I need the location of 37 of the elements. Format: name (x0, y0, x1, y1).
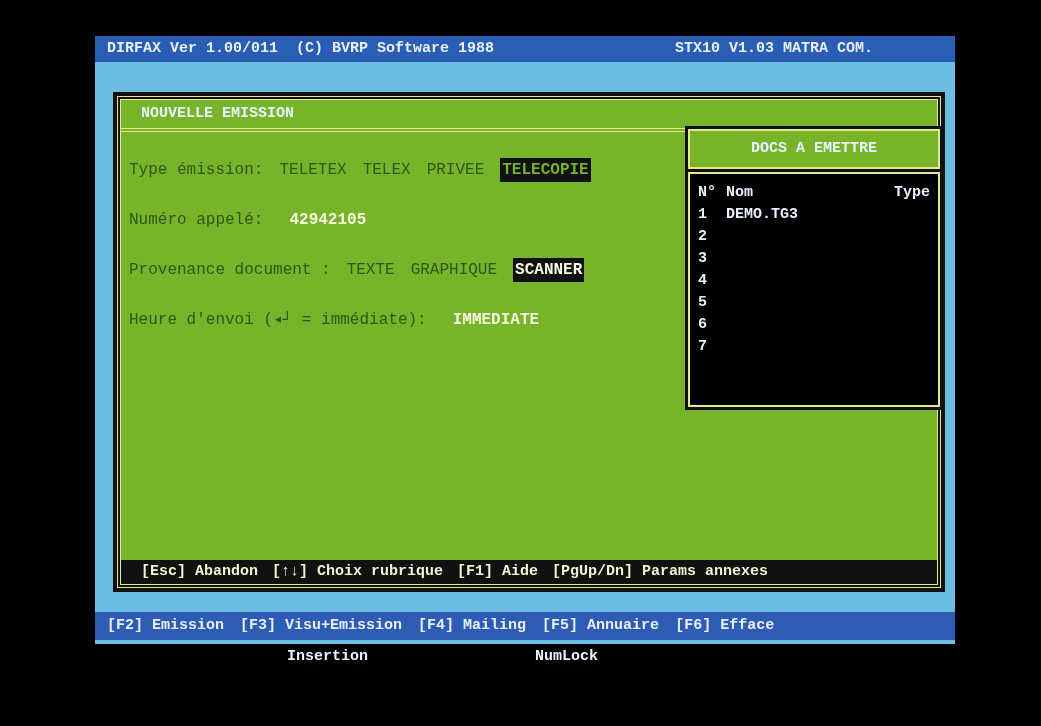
function-key[interactable]: [F5] Annuaire (542, 614, 660, 638)
function-key[interactable]: [F6] Efface (675, 614, 775, 638)
field-label: Type émission: (129, 160, 264, 181)
row-number: 4 (698, 271, 708, 292)
title-text: DIRFAX Ver 1.00/011 (C) BVRP Software 1988 (107, 38, 495, 59)
option-item[interactable]: TELETEX (279, 158, 347, 182)
row-number: 3 (698, 249, 708, 270)
status-indicator: NumLock (535, 647, 598, 667)
row-number: 6 (698, 315, 708, 336)
key-hint: [Esc] Abandon (141, 561, 259, 582)
option-item[interactable]: TEXTE (346, 258, 395, 282)
panel-title: DOCS A EMETTRE (751, 138, 877, 159)
field-label: Provenance document : (129, 260, 331, 281)
option-item[interactable]: GRAPHIQUE (410, 258, 498, 282)
key-hint: [↑↓] Choix rubrique (272, 561, 444, 582)
function-key[interactable]: [F2] Emission (107, 614, 225, 638)
field-label: Numéro appelé: (129, 210, 264, 231)
row-number: 2 (698, 227, 708, 248)
option-item[interactable]: TELECOPIE (500, 158, 591, 182)
key-hint: [F1] Aide (457, 561, 539, 582)
key-hint: [PgUp/Dn] Params annexes (552, 561, 769, 582)
status-indicator: Insertion (287, 647, 368, 667)
field-label: Heure d'envoi (◂┘ = immédiate): (129, 310, 427, 331)
column-header: N° (698, 183, 717, 203)
row-number: 7 (698, 337, 708, 358)
row-number: 1 (698, 205, 708, 226)
option-item[interactable]: SCANNER (513, 258, 585, 282)
column-header: Type (894, 183, 930, 203)
document-name: DEMO.TG3 (726, 205, 798, 226)
row-number: 5 (698, 293, 708, 314)
column-header: Nom (726, 183, 754, 203)
driver-text: STX10 V1.03 MATRA COM. (674, 38, 873, 59)
dialog-title: NOUVELLE EMISSION (141, 103, 295, 124)
option-item[interactable]: TELEX (362, 158, 411, 182)
function-key[interactable]: [F3] Visu+Emission (240, 614, 403, 638)
option-item[interactable]: PRIVEE (426, 158, 485, 182)
function-key[interactable]: [F4] Mailing (418, 614, 527, 638)
